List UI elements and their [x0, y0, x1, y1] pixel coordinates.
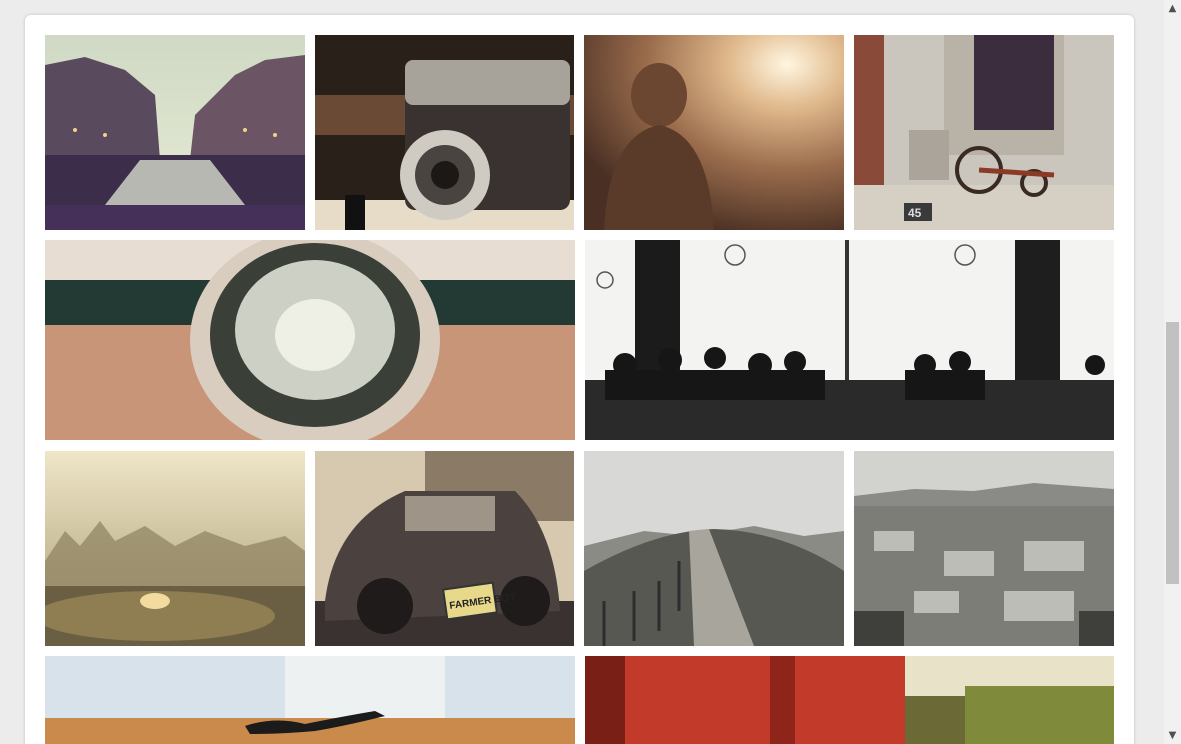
vintage-car-photo[interactable]: FARMER BOY — [315, 451, 574, 646]
glasses-desk-photo[interactable] — [45, 656, 575, 744]
page: 45 FARMER BOY ▲ ▼ — [0, 0, 1181, 744]
cafe-silhouettes-photo[interactable] — [585, 240, 1114, 440]
vintage-camera-photo[interactable] — [315, 35, 574, 230]
girl-sunset-photo[interactable] — [584, 35, 844, 230]
city-aerial-photo[interactable] — [854, 451, 1114, 646]
canal-city-photo[interactable] — [45, 35, 305, 230]
foggy-city-photo[interactable] — [45, 451, 305, 646]
scrollbar-thumb[interactable] — [1166, 322, 1179, 584]
tricycle-photo[interactable]: 45 — [854, 35, 1114, 230]
chevron-up-icon[interactable]: ▲ — [1164, 0, 1181, 17]
step-number-text: 45 — [908, 206, 922, 220]
chevron-down-icon[interactable]: ▼ — [1164, 727, 1181, 744]
hill-fence-photo[interactable] — [584, 451, 844, 646]
red-forest-photo[interactable] — [585, 656, 1114, 744]
cactus-photo[interactable] — [45, 240, 575, 440]
scrollbar[interactable]: ▲ ▼ — [1164, 0, 1181, 744]
